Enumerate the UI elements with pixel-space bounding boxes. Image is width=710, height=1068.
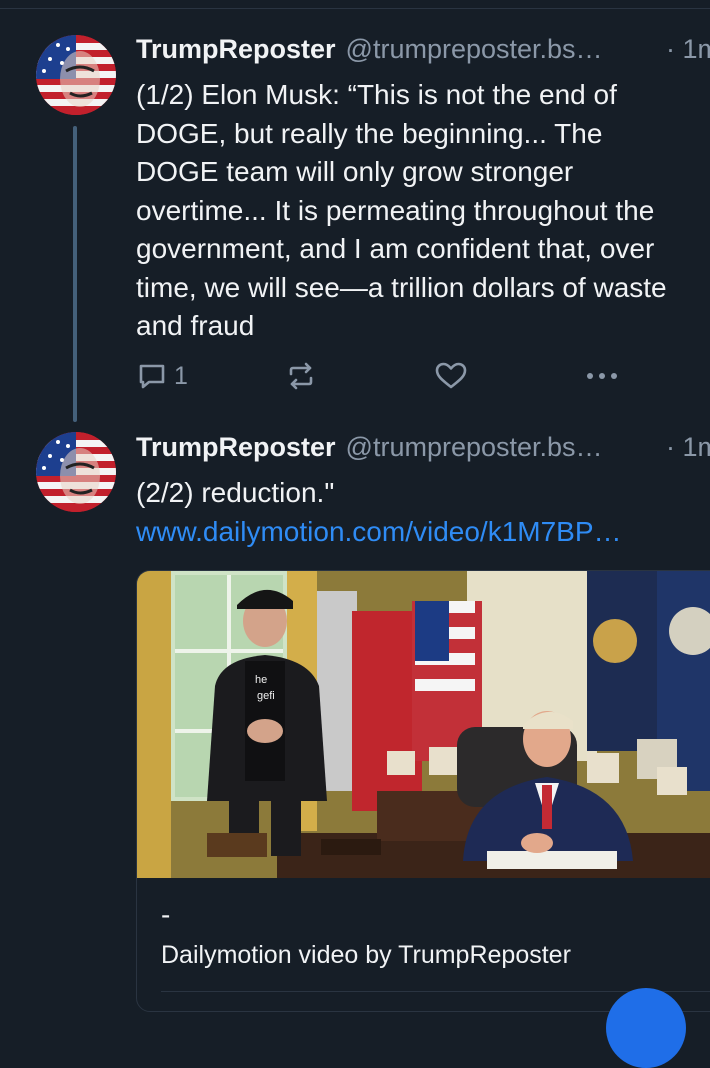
post-text-line: time, we will see—a trillion dollars of …: [136, 271, 667, 303]
post-text-line: and fraud: [136, 310, 255, 341]
avatar[interactable]: [36, 432, 116, 512]
author-name[interactable]: TrumpReposter: [136, 432, 336, 462]
thread-line: [73, 126, 77, 422]
card-title: -: [161, 899, 171, 930]
compose-button[interactable]: [606, 988, 686, 1068]
svg-text:he: he: [255, 674, 267, 686]
reply-count: 1: [174, 361, 188, 390]
reply-button[interactable]: 1: [136, 360, 188, 392]
post-text-line: (2/2) reduction.": [136, 477, 335, 508]
post-header: TrumpReposter @trumpreposter.bs…: [136, 432, 603, 466]
post-text-line: (1/2) Elon Musk: “This is not the end of: [136, 79, 617, 110]
post-time[interactable]: · 1m: [666, 34, 710, 65]
post-text-line: DOGE team will only grow stronger: [136, 156, 574, 187]
more-options-button[interactable]: [584, 360, 620, 392]
post-text-line: overtime... It is permeating throughout …: [136, 194, 655, 226]
video-thumbnail[interactable]: he gefi: [137, 571, 710, 878]
post-link[interactable]: www.dailymotion.com/video/k1M7BP…: [136, 513, 710, 552]
repost-button[interactable]: [284, 360, 318, 392]
post-text-line: DOGE, but really the beginning... The: [136, 117, 603, 149]
heart-icon: [435, 362, 467, 389]
post-header: TrumpReposter @trumpreposter.bs…: [136, 34, 603, 68]
link-preview-card[interactable]: he gefi - Dailymotion video by TrumpRepo…: [136, 570, 710, 1012]
author-name[interactable]: TrumpReposter: [136, 34, 336, 64]
post-time[interactable]: · 1m: [666, 432, 710, 463]
avatar[interactable]: [36, 35, 116, 115]
repost-icon: [289, 362, 313, 390]
more-options-icon: [587, 373, 617, 379]
author-handle[interactable]: @trumpreposter.bs…: [346, 34, 603, 64]
post-text: (2/2) reduction." www.dailymotion.com/vi…: [136, 474, 710, 551]
svg-text:gefi: gefi: [257, 690, 275, 702]
author-handle[interactable]: @trumpreposter.bs…: [346, 432, 603, 462]
top-divider: [0, 8, 710, 9]
post-text: (1/2) Elon Musk: “This is not the end of…: [136, 76, 710, 346]
reply-icon: [139, 364, 165, 389]
post-text-line: government, and I am confident that, ove…: [136, 233, 655, 264]
post-actions: 1: [136, 360, 636, 400]
card-description: Dailymotion video by TrumpReposter: [161, 941, 571, 969]
like-button[interactable]: [434, 360, 468, 392]
